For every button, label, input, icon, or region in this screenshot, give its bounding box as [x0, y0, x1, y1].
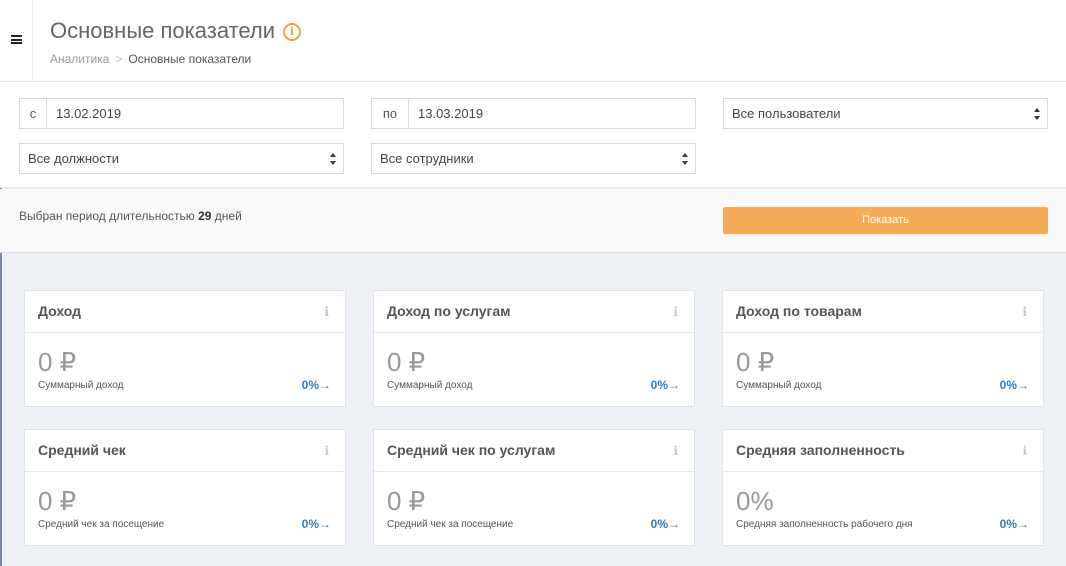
card-header: Средняя заполненность i — [723, 430, 1043, 472]
card-subtitle: Средний чек за посещение — [387, 519, 514, 530]
employees-select-value: Все сотрудники — [380, 151, 474, 166]
card-subtitle: Суммарный доход — [38, 380, 124, 391]
card-title: Доход — [38, 303, 82, 319]
breadcrumb-link-analytics[interactable]: Аналитика — [50, 52, 109, 66]
card-percent: 0% — [650, 378, 668, 392]
menu-column — [2, 0, 33, 82]
card-header: Средний чек i — [25, 430, 345, 472]
show-button[interactable]: Показать — [723, 207, 1048, 234]
period-description: Выбран период длительностью 29 дней — [19, 209, 242, 223]
card-header: Доход по товарам i — [723, 291, 1043, 333]
date-to-input[interactable]: 13.03.2019 — [409, 99, 695, 128]
card-title: Доход по товарам — [736, 303, 862, 319]
card-title: Доход по услугам — [387, 303, 511, 319]
arrow-right-icon: → — [319, 378, 331, 392]
positions-select[interactable]: Все должности — [19, 143, 344, 174]
page-title: Основные показатели — [50, 18, 276, 43]
card-percent-link[interactable]: 0%→ — [651, 378, 680, 392]
card-percent: 0% — [650, 517, 668, 531]
arrow-right-icon: → — [668, 517, 680, 531]
arrow-right-icon: → — [668, 378, 680, 392]
card-percent: 0% — [301, 517, 319, 531]
card-header: Доход по услугам i — [374, 291, 694, 333]
info-icon[interactable]: i — [1022, 305, 1027, 319]
arrow-right-icon: → — [1017, 378, 1029, 392]
card-subtitle: Средний чек за посещение — [38, 519, 165, 530]
period-days: 29 — [198, 209, 212, 223]
info-icon[interactable]: i — [673, 444, 678, 458]
breadcrumb-separator: > — [115, 52, 123, 66]
card-income-services: Доход по услугам i 0 ₽ Суммарный доход 0… — [373, 290, 695, 407]
info-icon[interactable]: i — [1022, 444, 1027, 458]
card-value: 0 ₽ — [38, 347, 77, 377]
card-percent-link[interactable]: 0%→ — [302, 378, 331, 392]
card-income-goods: Доход по товарам i 0 ₽ Суммарный доход 0… — [722, 290, 1044, 407]
card-value: 0 ₽ — [38, 486, 77, 516]
period-text-after: дней — [211, 209, 242, 223]
card-percent-link[interactable]: 0%→ — [1000, 378, 1029, 392]
card-average-check: Средний чек i 0 ₽ Средний чек за посещен… — [24, 429, 346, 546]
card-average-occupancy: Средняя заполненность i 0% Средняя запол… — [722, 429, 1044, 546]
card-average-check-services: Средний чек по услугам i 0 ₽ Средний чек… — [373, 429, 695, 546]
card-percent: 0% — [999, 517, 1017, 531]
card-percent-link[interactable]: 0%→ — [302, 517, 331, 531]
card-subtitle: Суммарный доход — [736, 380, 822, 391]
select-arrows-icon — [682, 153, 689, 165]
card-header: Доход i — [25, 291, 345, 333]
card-title: Средний чек — [38, 442, 126, 458]
select-arrows-icon — [1034, 108, 1041, 120]
card-value: 0 ₽ — [387, 347, 426, 377]
card-value: 0% — [736, 486, 774, 516]
positions-select-value: Все должности — [28, 151, 119, 166]
info-icon[interactable]: i — [673, 305, 678, 319]
date-from-input[interactable]: 13.02.2019 — [47, 99, 343, 128]
card-percent-link[interactable]: 0%→ — [651, 517, 680, 531]
card-percent: 0% — [999, 378, 1017, 392]
arrow-right-icon: → — [1017, 517, 1029, 531]
card-percent-link[interactable]: 0%→ — [1000, 517, 1029, 531]
card-subtitle: Средняя заполненность рабочего дня — [736, 519, 913, 530]
hamburger-icon[interactable] — [11, 35, 22, 44]
date-to-prefix: по — [372, 99, 409, 128]
info-icon[interactable]: i — [324, 444, 329, 458]
users-select-value: Все пользователи — [732, 106, 841, 121]
date-from-group: с 13.02.2019 — [19, 98, 344, 129]
period-bar: Выбран период длительностью 29 дней Пока… — [0, 189, 1066, 253]
card-subtitle: Суммарный доход — [387, 380, 473, 391]
breadcrumb-current: Основные показатели — [128, 52, 252, 66]
arrow-right-icon: → — [319, 517, 331, 531]
card-percent: 0% — [301, 378, 319, 392]
date-to-group: по 13.03.2019 — [371, 98, 696, 129]
card-title: Средний чек по услугам — [387, 442, 556, 458]
card-header: Средний чек по услугам i — [374, 430, 694, 472]
card-income: Доход i 0 ₽ Суммарный доход 0%→ — [24, 290, 346, 407]
page-header: Основные показатели i Аналитика > Основные… — [0, 0, 1066, 82]
card-title: Средняя заполненность — [736, 442, 905, 458]
info-icon[interactable]: i — [324, 305, 329, 319]
info-circle-icon[interactable]: i — [283, 23, 301, 41]
card-value: 0 ₽ — [387, 486, 426, 516]
breadcrumb: Аналитика > Основные показатели — [50, 52, 251, 66]
card-value: 0 ₽ — [736, 347, 775, 377]
select-arrows-icon — [330, 153, 337, 165]
period-text-before: Выбран период длительностью — [19, 209, 199, 223]
users-select[interactable]: Все пользователи — [723, 98, 1048, 129]
filters-panel: с 13.02.2019 по 13.03.2019 Все пользоват… — [0, 82, 1066, 188]
employees-select[interactable]: Все сотрудники — [371, 143, 696, 174]
date-from-prefix: с — [20, 99, 47, 128]
